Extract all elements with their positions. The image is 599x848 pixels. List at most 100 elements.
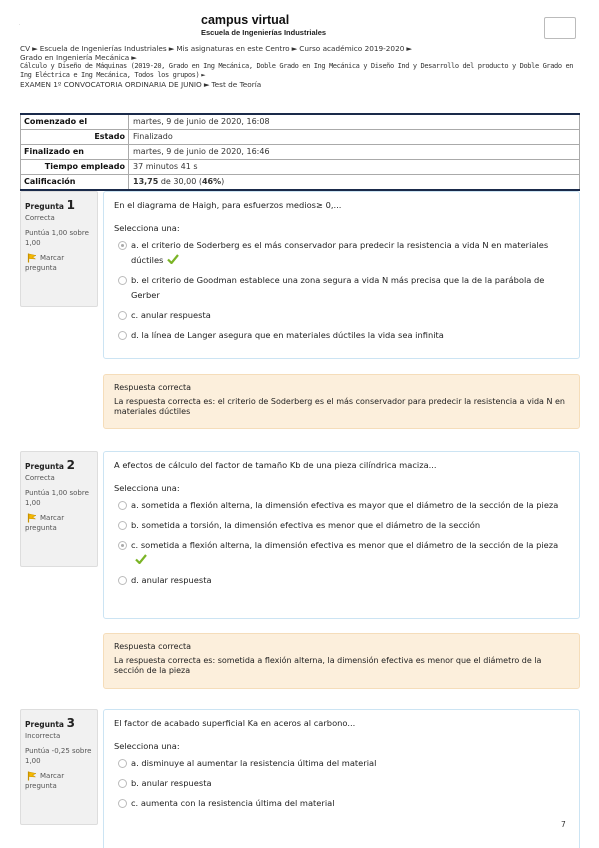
option-label: c. anular respuesta xyxy=(131,310,211,320)
breadcrumb: CV ► Escuela de Ingenierías Industriales ► M… xyxy=(20,44,580,89)
breadcrumb-item-my-courses[interactable]: Mis asignaturas en este Centro xyxy=(176,44,289,53)
answer-prompt: Selecciona una: xyxy=(114,223,180,233)
site-title[interactable]: campus virtual xyxy=(201,13,289,27)
option-label: b. anular respuesta xyxy=(131,778,212,788)
breadcrumb-item-course[interactable]: Cálculo y Diseño de Máquinas (2019-20, G… xyxy=(20,62,573,79)
feedback-title: Respuesta correcta xyxy=(114,383,192,392)
question-label: Pregunta xyxy=(25,462,64,471)
option-label: c. sometida a flexión alterna, la dimens… xyxy=(131,540,559,550)
grade-close: ) xyxy=(221,177,225,186)
option-label: d. anular respuesta xyxy=(131,575,212,585)
flag-question-button[interactable]: Marcar pregunta xyxy=(25,771,94,791)
option-label: a. el criterio de Soderberg es el más co… xyxy=(131,240,549,265)
question-content-2: A efectos de cálculo del factor de tamañ… xyxy=(103,451,580,619)
question-text: El factor de acabado superficial Ka en a… xyxy=(114,718,356,728)
site-subtitle: Escuela de Ingenierías Industriales xyxy=(201,28,327,37)
question-grade: Puntúa -0,25 sobre 1,00 xyxy=(25,747,92,765)
radio-button[interactable] xyxy=(118,521,127,530)
summary-label: Finalizado en xyxy=(20,144,129,160)
breadcrumb-item-school[interactable]: Escuela de Ingenierías Industriales xyxy=(40,44,167,53)
summary-value: martes, 9 de junio de 2020, 16:08 xyxy=(128,113,580,130)
grade-total: de 30,00 ( xyxy=(158,177,202,186)
breadcrumb-item-degree[interactable]: Grado en Ingeniería Mecánica xyxy=(20,53,129,62)
question-content-3: El factor de acabado superficial Ka en a… xyxy=(103,709,580,848)
question-info-1: Pregunta 1 Correcta Puntúa 1,00 sobre 1,… xyxy=(20,191,98,307)
breadcrumb-separator-icon: ► xyxy=(406,44,412,53)
breadcrumb-item-cv[interactable]: CV xyxy=(20,44,30,53)
option-label: a. disminuye al aumentar la resistencia … xyxy=(131,758,377,768)
option-label: b. sometida a torsión, la dimensión efec… xyxy=(131,520,481,530)
breadcrumb-item-year[interactable]: Curso académico 2019-2020 xyxy=(299,44,404,53)
answer-option[interactable]: a. el criterio de Soderberg es el más co… xyxy=(114,238,571,268)
flag-question-button[interactable]: Marcar pregunta xyxy=(25,513,94,533)
breadcrumb-separator-icon: ► xyxy=(201,71,206,79)
breadcrumb-line-1: CV ► Escuela de Ingenierías Industriales ► M… xyxy=(20,44,580,53)
radio-button[interactable] xyxy=(118,311,127,320)
radio-button[interactable] xyxy=(118,501,127,510)
radio-button[interactable] xyxy=(118,276,127,285)
question-number: Pregunta 1 xyxy=(25,198,94,212)
question-label: Pregunta xyxy=(25,202,64,211)
radio-button[interactable] xyxy=(118,799,127,808)
question-label: Pregunta xyxy=(25,720,64,729)
question-number: Pregunta 2 xyxy=(25,458,94,472)
answer-prompt: Selecciona una: xyxy=(114,741,180,751)
question-state: Correcta xyxy=(25,214,55,222)
summary-value: martes, 9 de junio de 2020, 16:46 xyxy=(128,144,580,160)
answer-option[interactable]: c. anular respuesta xyxy=(114,308,571,323)
feedback-title: Respuesta correcta xyxy=(114,642,192,651)
question-feedback-2: Respuesta correcta La respuesta correcta… xyxy=(103,633,580,689)
flag-icon xyxy=(27,771,37,781)
answer-option[interactable]: a. sometida a flexión alterna, la dimens… xyxy=(114,498,571,513)
answer-option[interactable]: b. sometida a torsión, la dimensión efec… xyxy=(114,518,571,533)
answer-option[interactable]: d. la línea de Langer asegura que en mat… xyxy=(114,328,571,343)
answer-option[interactable]: c. aumenta con la resistencia última del… xyxy=(114,796,571,811)
page-number: 7 xyxy=(561,820,566,829)
radio-button[interactable] xyxy=(118,241,127,250)
radio-button[interactable] xyxy=(118,576,127,585)
flag-icon xyxy=(27,513,37,523)
summary-label: Tiempo empleado xyxy=(20,159,129,175)
question-number-value: 2 xyxy=(66,458,75,472)
summary-row-started: Comenzado el martes, 9 de junio de 2020,… xyxy=(20,113,580,130)
question-info-3: Pregunta 3 Incorrecta Puntúa -0,25 sobre… xyxy=(20,709,98,825)
breadcrumb-separator-icon: ► xyxy=(131,53,137,62)
question-grade: Puntúa 1,00 sobre 1,00 xyxy=(25,229,89,247)
question-state: Correcta xyxy=(25,474,55,482)
correct-check-icon xyxy=(135,554,147,565)
user-menu-button[interactable] xyxy=(544,17,576,39)
summary-label: Calificación xyxy=(20,174,129,191)
flag-question-button[interactable]: Marcar pregunta xyxy=(25,253,94,273)
question-text: En el diagrama de Haigh, para esfuerzos … xyxy=(114,200,342,210)
breadcrumb-line-2: Grado en Ingeniería Mecánica ► xyxy=(20,53,580,62)
question-content-1: En el diagrama de Haigh, para esfuerzos … xyxy=(103,191,580,359)
breadcrumb-line-4: EXAMEN 1º CONVOCATORIA ORDINARIA DE JUNI… xyxy=(20,80,580,89)
question-state: Incorrecta xyxy=(25,732,61,740)
question-number-value: 3 xyxy=(66,716,75,730)
question-grade: Puntúa 1,00 sobre 1,00 xyxy=(25,489,89,507)
breadcrumb-separator-icon: ► xyxy=(291,44,298,53)
summary-row-state: Estado Finalizado xyxy=(20,129,580,145)
radio-button[interactable] xyxy=(118,759,127,768)
answer-option[interactable]: b. el criterio de Goodman establece una … xyxy=(114,273,571,303)
summary-row-grade: Calificación 13,75 de 30,00 (46%) xyxy=(20,174,580,191)
option-label: b. el criterio de Goodman establece una … xyxy=(131,275,545,300)
answer-option[interactable]: c. sometida a flexión alterna, la dimens… xyxy=(114,538,571,568)
radio-button[interactable] xyxy=(118,541,127,550)
answer-option[interactable]: a. disminuye al aumentar la resistencia … xyxy=(114,756,571,771)
breadcrumb-item-test[interactable]: Test de Teoría xyxy=(211,80,261,89)
summary-label: Comenzado el xyxy=(20,113,129,130)
answer-prompt: Selecciona una: xyxy=(114,483,180,493)
grade-percent: 46% xyxy=(201,177,222,186)
radio-button[interactable] xyxy=(118,779,127,788)
summary-value: 37 minutos 41 s xyxy=(128,159,580,175)
answer-option[interactable]: b. anular respuesta xyxy=(114,776,571,791)
summary-value: 13,75 de 30,00 (46%) xyxy=(128,174,580,191)
option-label: c. aumenta con la resistencia última del… xyxy=(131,798,335,808)
radio-button[interactable] xyxy=(118,331,127,340)
logo-mark: · xyxy=(19,22,21,27)
answer-option[interactable]: d. anular respuesta xyxy=(114,573,571,588)
question-info-2: Pregunta 2 Correcta Puntúa 1,00 sobre 1,… xyxy=(20,451,98,567)
breadcrumb-item-exam[interactable]: EXAMEN 1º CONVOCATORIA ORDINARIA DE JUNI… xyxy=(20,80,202,89)
option-label: d. la línea de Langer asegura que en mat… xyxy=(131,330,444,340)
